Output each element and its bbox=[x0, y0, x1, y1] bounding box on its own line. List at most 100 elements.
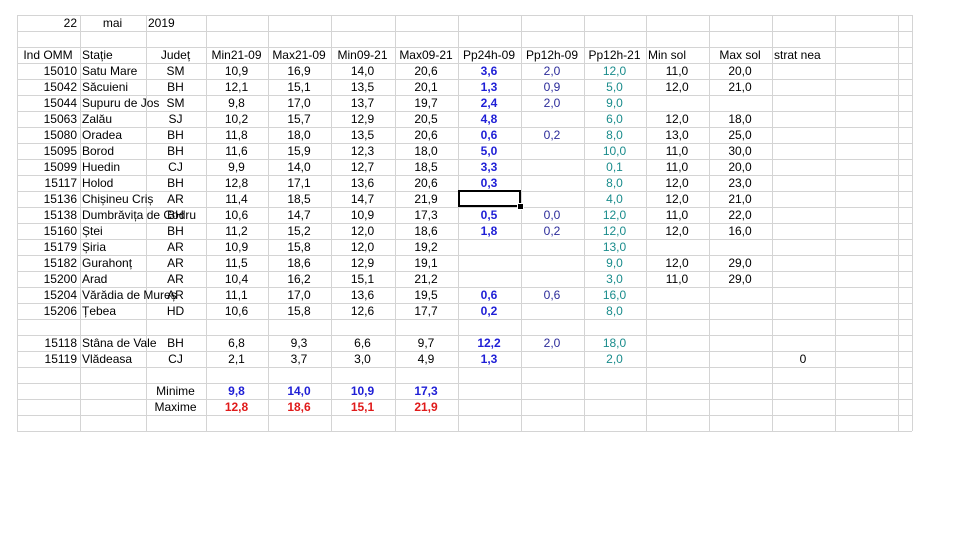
cell-pp1209[interactable]: 0,0 bbox=[523, 207, 581, 223]
cell-min2109[interactable]: 6,8 bbox=[208, 335, 265, 351]
cell-max0921[interactable]: 20,1 bbox=[397, 79, 455, 95]
cell-minsol[interactable]: 11,0 bbox=[648, 207, 706, 223]
cell-pp24[interactable]: 0,2 bbox=[460, 303, 518, 319]
cell-minsol[interactable]: 13,0 bbox=[648, 127, 706, 143]
column-header[interactable]: Max sol bbox=[711, 47, 769, 63]
cell-county[interactable]: SJ bbox=[148, 111, 203, 127]
cell-minsol[interactable]: 12,0 bbox=[648, 175, 706, 191]
cell-station[interactable]: Șiria bbox=[82, 239, 143, 255]
cell-pp1221[interactable]: 12,0 bbox=[586, 207, 643, 223]
cell-max2109[interactable]: 17,0 bbox=[270, 287, 328, 303]
cell-max2109[interactable]: 15,8 bbox=[270, 239, 328, 255]
cell-station[interactable]: Huedin bbox=[82, 159, 143, 175]
cell-pp24[interactable]: 1,8 bbox=[460, 223, 518, 239]
cell-ind[interactable]: 15119 bbox=[19, 351, 77, 367]
minime-value[interactable]: 9,8 bbox=[208, 383, 265, 399]
cell-max2109[interactable]: 9,3 bbox=[270, 335, 328, 351]
cell-min0921[interactable]: 12,9 bbox=[333, 111, 392, 127]
cell-pp1221[interactable]: 0,1 bbox=[586, 159, 643, 175]
cell-ind[interactable]: 15200 bbox=[19, 271, 77, 287]
cell-min2109[interactable]: 10,9 bbox=[208, 63, 265, 79]
cell-maxsol[interactable]: 16,0 bbox=[711, 223, 769, 239]
cell-min0921[interactable]: 12,9 bbox=[333, 255, 392, 271]
cell-station[interactable]: Chișineu Criș bbox=[82, 191, 153, 207]
cell-max2109[interactable]: 15,9 bbox=[270, 143, 328, 159]
cell-minsol[interactable]: 11,0 bbox=[648, 143, 706, 159]
cell-max2109[interactable]: 18,6 bbox=[270, 255, 328, 271]
cell-ind[interactable]: 15099 bbox=[19, 159, 77, 175]
date-month[interactable]: mai bbox=[82, 15, 143, 31]
cell-ind[interactable]: 15080 bbox=[19, 127, 77, 143]
cell-station[interactable]: Supuru de Jos bbox=[82, 95, 159, 111]
cell-station[interactable]: Stâna de Vale bbox=[82, 335, 157, 351]
cell-max2109[interactable]: 18,5 bbox=[270, 191, 328, 207]
cell-maxsol[interactable]: 29,0 bbox=[711, 255, 769, 271]
maxime-label[interactable]: Maxime bbox=[148, 399, 203, 415]
cell-county[interactable]: CJ bbox=[148, 159, 203, 175]
cell-snow[interactable]: 0 bbox=[774, 351, 832, 367]
cell-min0921[interactable]: 14,0 bbox=[333, 63, 392, 79]
cell-maxsol[interactable]: 22,0 bbox=[711, 207, 769, 223]
cell-max2109[interactable]: 18,0 bbox=[270, 127, 328, 143]
cell-min2109[interactable]: 9,9 bbox=[208, 159, 265, 175]
cell-ind[interactable]: 15204 bbox=[19, 287, 77, 303]
cell-min0921[interactable]: 13,5 bbox=[333, 127, 392, 143]
column-header[interactable]: Max09-21 bbox=[397, 47, 455, 63]
cell-min2109[interactable]: 9,8 bbox=[208, 95, 265, 111]
cell-station[interactable]: Gurahonț bbox=[82, 255, 143, 271]
cell-station[interactable]: Arad bbox=[82, 271, 143, 287]
cell-max0921[interactable]: 18,0 bbox=[397, 143, 455, 159]
cell-pp1221[interactable]: 4,0 bbox=[586, 191, 643, 207]
cell-min2109[interactable]: 10,2 bbox=[208, 111, 265, 127]
column-header[interactable]: Pp24h-09 bbox=[460, 47, 518, 63]
fill-handle[interactable] bbox=[517, 203, 524, 210]
cell-max2109[interactable]: 15,2 bbox=[270, 223, 328, 239]
maxime-value[interactable]: 18,6 bbox=[270, 399, 328, 415]
cell-pp1221[interactable]: 9,0 bbox=[586, 255, 643, 271]
cell-maxsol[interactable]: 20,0 bbox=[711, 159, 769, 175]
cell-ind[interactable]: 15117 bbox=[19, 175, 77, 191]
cell-max0921[interactable]: 19,1 bbox=[397, 255, 455, 271]
cell-min0921[interactable]: 13,6 bbox=[333, 175, 392, 191]
cell-min0921[interactable]: 12,7 bbox=[333, 159, 392, 175]
cell-pp24[interactable]: 0,3 bbox=[460, 175, 518, 191]
cell-max2109[interactable]: 14,0 bbox=[270, 159, 328, 175]
cell-min2109[interactable]: 2,1 bbox=[208, 351, 265, 367]
cell-ind[interactable]: 15063 bbox=[19, 111, 77, 127]
minime-label[interactable]: Minime bbox=[148, 383, 203, 399]
cell-ind[interactable]: 15010 bbox=[19, 63, 77, 79]
cell-county[interactable]: BH bbox=[148, 127, 203, 143]
cell-pp24[interactable]: 0,6 bbox=[460, 287, 518, 303]
cell-pp24[interactable]: 1,3 bbox=[460, 351, 518, 367]
cell-pp24[interactable]: 12,2 bbox=[460, 335, 518, 351]
cell-pp1221[interactable]: 3,0 bbox=[586, 271, 643, 287]
cell-pp24[interactable]: 1,3 bbox=[460, 79, 518, 95]
cell-min2109[interactable]: 11,2 bbox=[208, 223, 265, 239]
cell-max2109[interactable]: 3,7 bbox=[270, 351, 328, 367]
cell-station[interactable]: Ștei bbox=[82, 223, 143, 239]
date-day[interactable]: 22 bbox=[19, 15, 77, 31]
cell-pp1221[interactable]: 13,0 bbox=[586, 239, 643, 255]
cell-ind[interactable]: 15042 bbox=[19, 79, 77, 95]
cell-max2109[interactable]: 15,7 bbox=[270, 111, 328, 127]
cell-pp24[interactable]: 0,5 bbox=[460, 207, 518, 223]
cell-pp1209[interactable]: 0,2 bbox=[523, 127, 581, 143]
cell-min0921[interactable]: 15,1 bbox=[333, 271, 392, 287]
cell-station[interactable]: Holod bbox=[82, 175, 143, 191]
cell-max0921[interactable]: 18,6 bbox=[397, 223, 455, 239]
cell-county[interactable]: AR bbox=[148, 191, 203, 207]
cell-county[interactable]: AR bbox=[148, 287, 203, 303]
cell-minsol[interactable]: 12,0 bbox=[648, 191, 706, 207]
cell-min0921[interactable]: 13,5 bbox=[333, 79, 392, 95]
cell-ind[interactable]: 15136 bbox=[19, 191, 77, 207]
cell-min2109[interactable]: 10,6 bbox=[208, 303, 265, 319]
cell-minsol[interactable]: 12,0 bbox=[648, 255, 706, 271]
cell-pp24[interactable]: 0,6 bbox=[460, 127, 518, 143]
cell-county[interactable]: SM bbox=[148, 95, 203, 111]
cell-min2109[interactable]: 12,1 bbox=[208, 79, 265, 95]
cell-max0921[interactable]: 17,3 bbox=[397, 207, 455, 223]
cell-county[interactable]: BH bbox=[148, 79, 203, 95]
cell-station[interactable]: Săcuieni bbox=[82, 79, 143, 95]
cell-max0921[interactable]: 19,5 bbox=[397, 287, 455, 303]
cell-max0921[interactable]: 20,6 bbox=[397, 127, 455, 143]
